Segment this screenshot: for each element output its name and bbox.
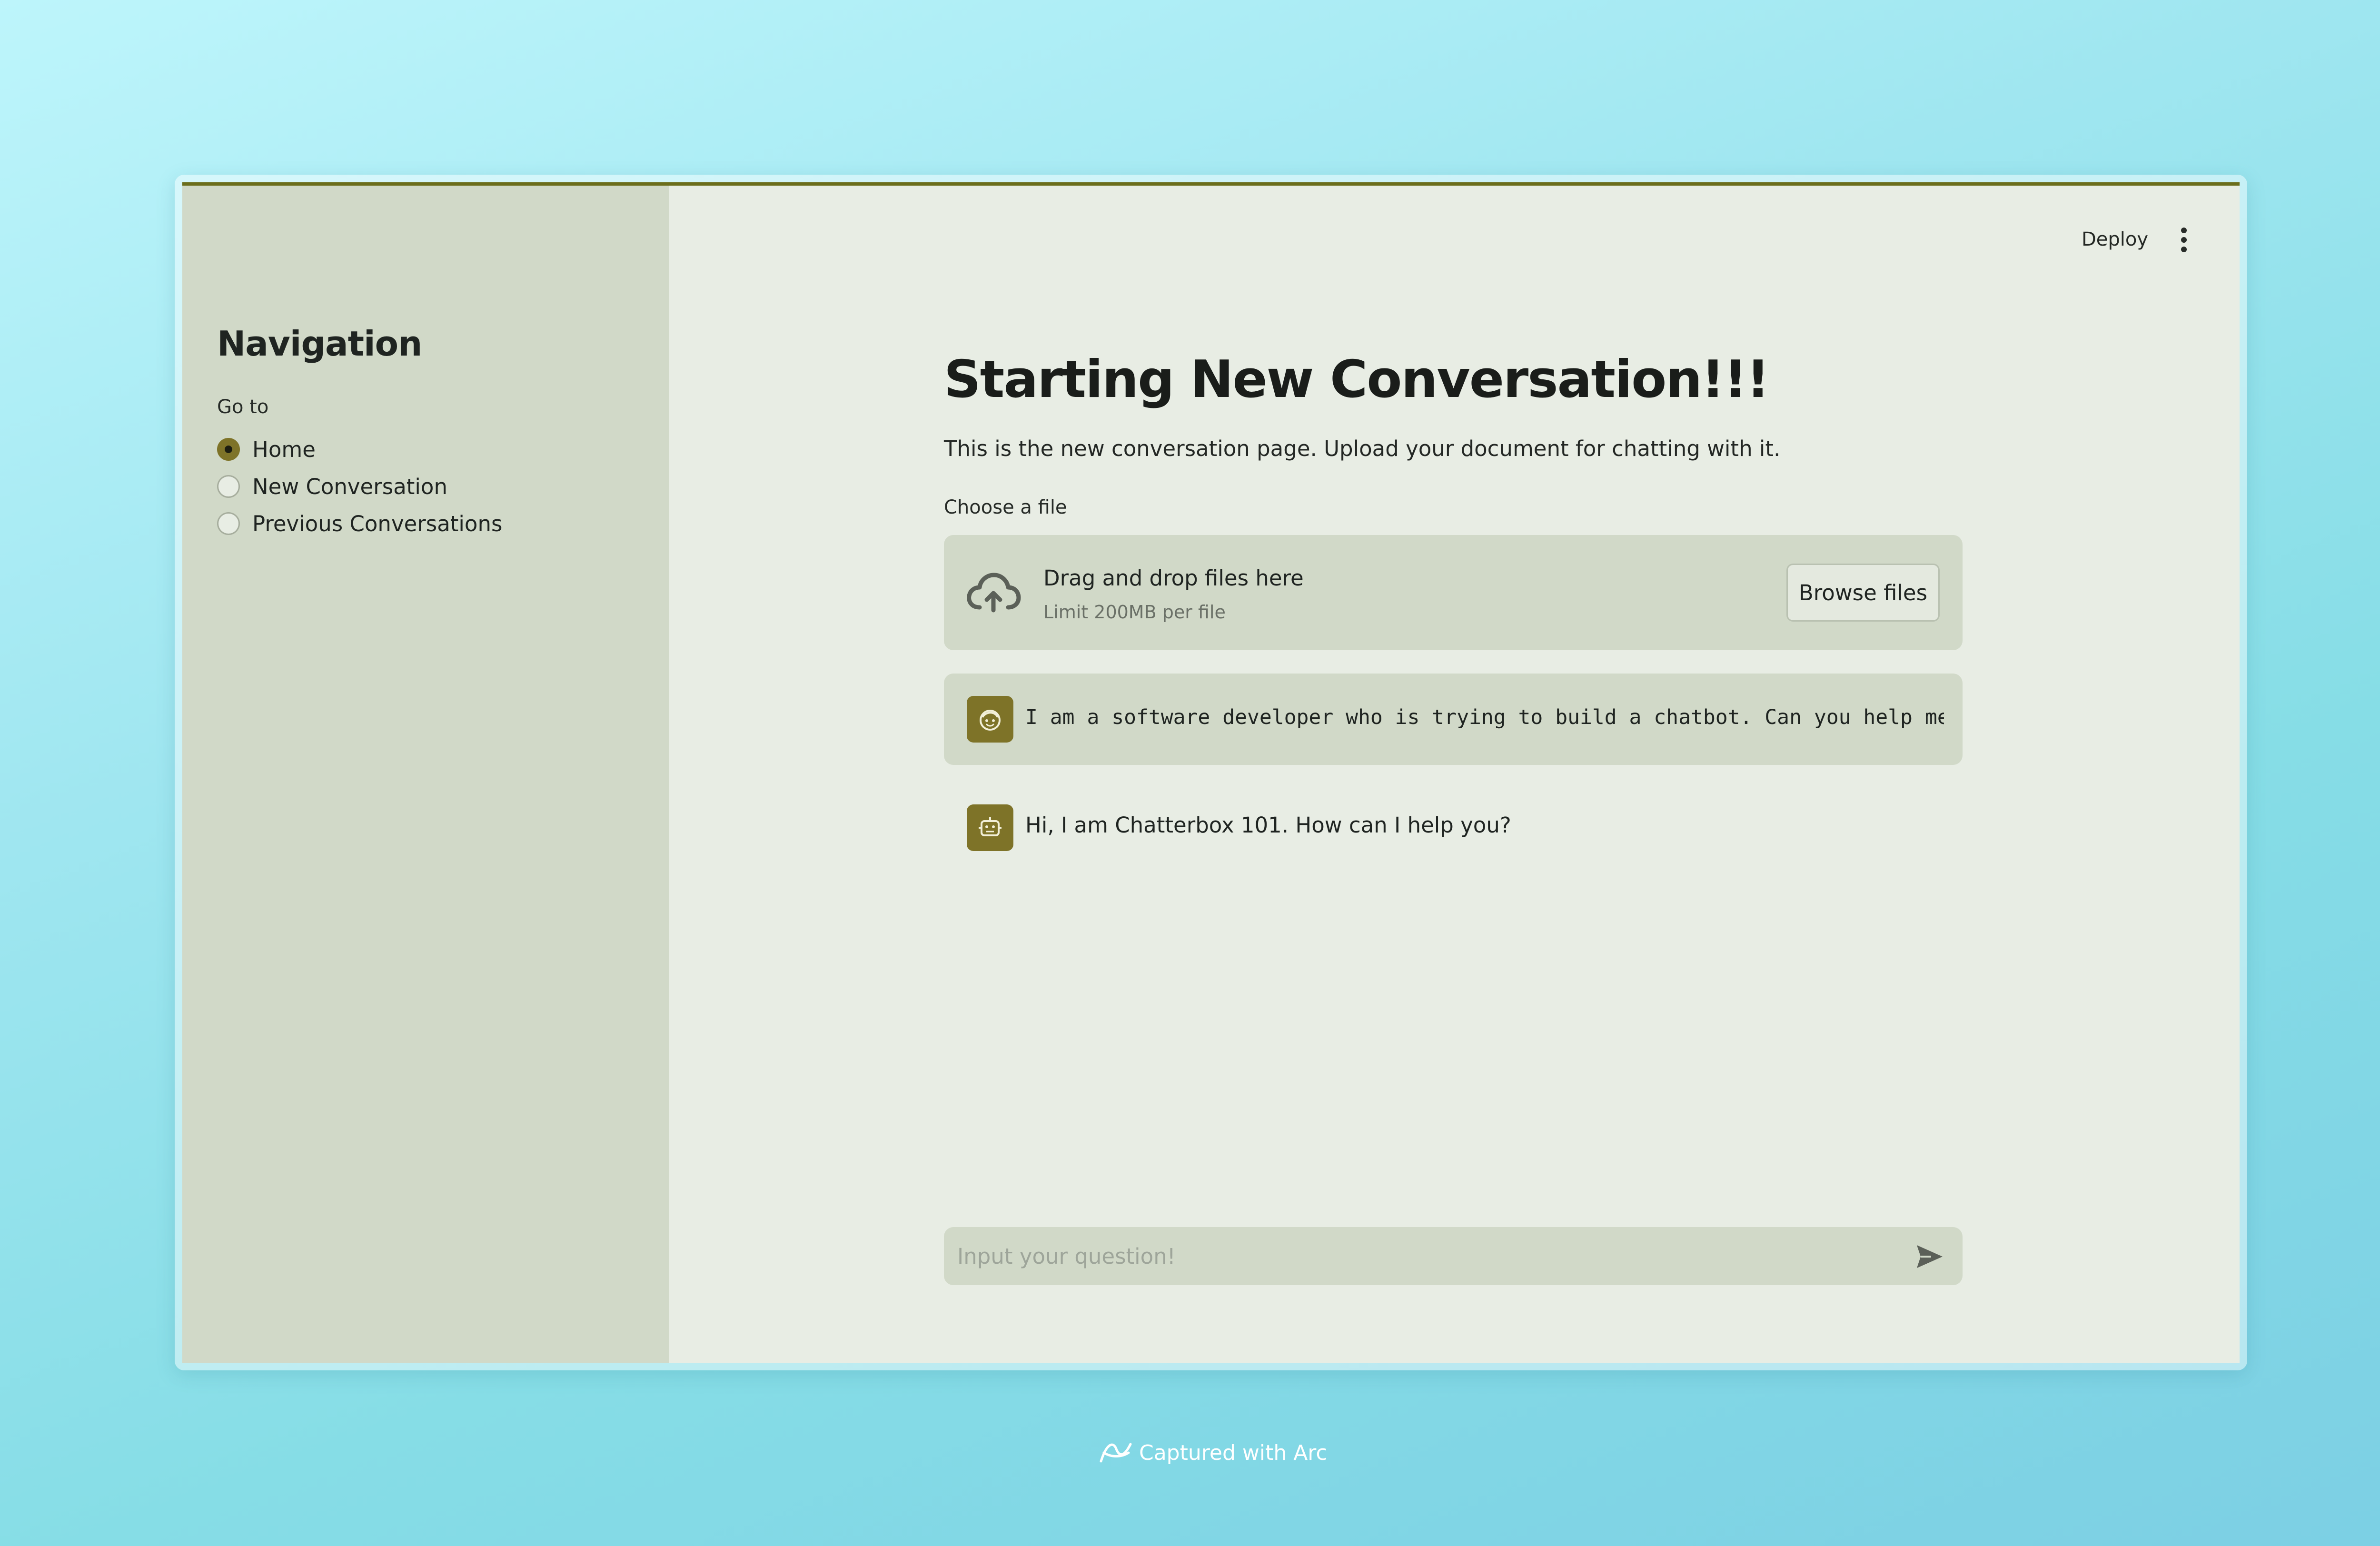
radio-button[interactable] — [217, 512, 240, 535]
chat-input[interactable] — [957, 1227, 1890, 1285]
avatar — [967, 696, 1013, 743]
navigation-radio-group: Home New Conversation Previous Conversat… — [217, 431, 502, 542]
radio-label: Home — [252, 436, 316, 462]
sidebar-title: Navigation — [217, 324, 422, 364]
kebab-menu-icon[interactable] — [2177, 226, 2191, 254]
browser-frame: Navigation Go to Home New Conversation P… — [175, 175, 2247, 1370]
radio-label: Previous Conversations — [252, 511, 503, 536]
page-description: This is the new conversation page. Uploa… — [944, 436, 1781, 461]
arc-logo-icon — [1100, 1443, 1132, 1463]
chat-input-container — [944, 1227, 1963, 1285]
radio-option-new-conversation[interactable]: New Conversation — [217, 468, 502, 505]
chat-message-assistant: Hi, I am Chatterbox 101. How can I help … — [944, 800, 1963, 876]
radio-option-home[interactable]: Home — [217, 431, 502, 468]
radio-option-previous-conversations[interactable]: Previous Conversations — [217, 505, 502, 542]
dropzone-title: Drag and drop files here — [1043, 565, 1304, 591]
goto-label: Go to — [217, 396, 269, 418]
deploy-button[interactable]: Deploy — [2082, 228, 2148, 250]
file-dropzone[interactable]: Drag and drop files here Limit 200MB per… — [944, 535, 1963, 650]
radio-button[interactable] — [217, 475, 240, 498]
user-message-text: I am a software developer who is trying … — [1025, 705, 1944, 729]
radio-label: New Conversation — [252, 474, 447, 499]
arc-credit-text: Captured with Arc — [1139, 1440, 1328, 1465]
arc-capture-credit: Captured with Arc — [1097, 1438, 1328, 1467]
sidebar: Navigation Go to Home New Conversation P… — [182, 186, 669, 1363]
app-window: Navigation Go to Home New Conversation P… — [182, 182, 2240, 1363]
assistant-message-text: Hi, I am Chatterbox 101. How can I help … — [1025, 813, 1511, 838]
chat-message-user: I am a software developer who is trying … — [944, 674, 1963, 765]
radio-button-checked[interactable] — [217, 438, 240, 461]
dropzone-limit: Limit 200MB per file — [1043, 602, 1226, 623]
file-uploader-label: Choose a file — [944, 496, 1067, 518]
robot-icon — [979, 817, 1002, 836]
page-title: Starting New Conversation!!! — [944, 350, 1770, 409]
cloud-upload-icon — [967, 573, 1021, 613]
send-icon[interactable] — [1914, 1241, 1944, 1272]
avatar — [967, 804, 1013, 851]
browse-files-button[interactable]: Browse files — [1786, 564, 1940, 622]
user-face-icon — [980, 710, 1001, 731]
